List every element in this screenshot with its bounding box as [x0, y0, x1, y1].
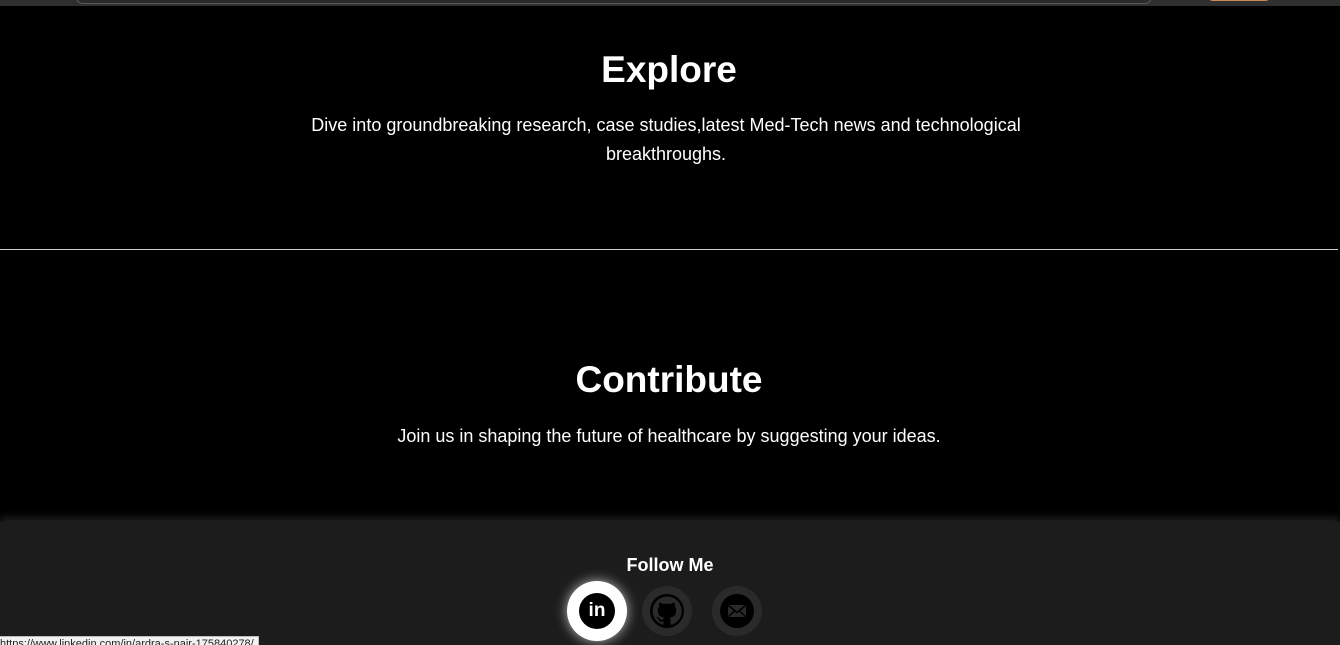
- explore-description: Dive into groundbreaking research, case …: [311, 115, 1021, 164]
- explore-title: Explore: [601, 49, 737, 90]
- nav-button[interactable]: [1208, 0, 1270, 1]
- contribute-description: Join us in shaping the future of healthc…: [397, 426, 941, 446]
- contribute-section: Contribute Join us in shaping the future…: [0, 250, 1338, 522]
- status-bar-url: https://www.linkedin.com/in/ardra-s-nair…: [0, 636, 259, 645]
- explore-section: Explore Dive into groundbreaking researc…: [0, 6, 1338, 249]
- search-bar[interactable]: [76, 0, 1152, 4]
- mail-icon: [720, 594, 754, 628]
- footer: Follow Me in: [0, 522, 1340, 645]
- github-icon: [650, 594, 684, 628]
- follow-me-heading: Follow Me: [626, 555, 714, 575]
- github-link[interactable]: [642, 586, 692, 636]
- linkedin-link[interactable]: in: [567, 581, 627, 641]
- linkedin-icon: in: [579, 593, 615, 629]
- mail-link[interactable]: [712, 586, 762, 636]
- page: Explore Dive into groundbreaking researc…: [0, 0, 1340, 645]
- contribute-title: Contribute: [575, 359, 763, 400]
